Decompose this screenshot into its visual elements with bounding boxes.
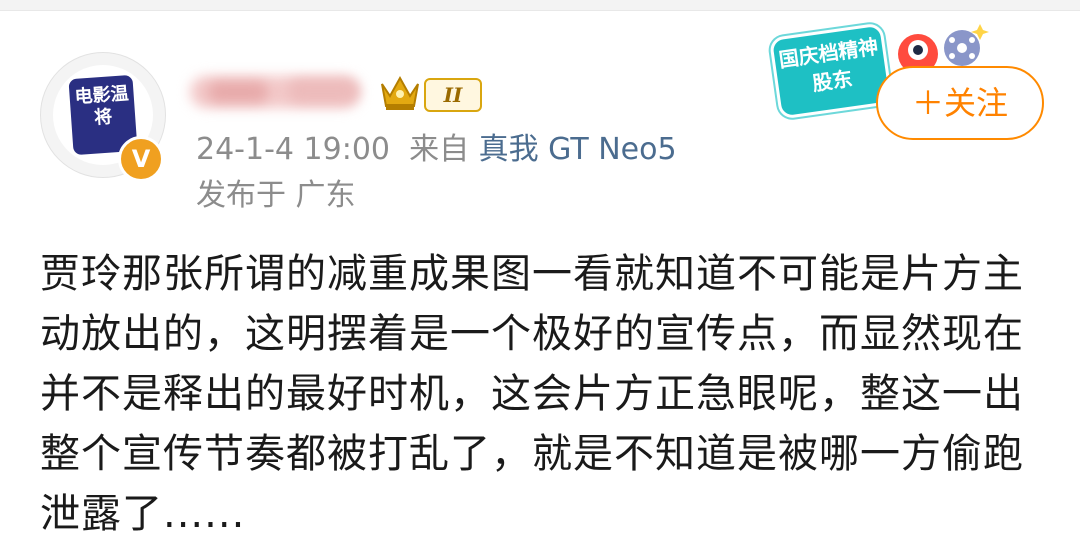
avatar-logo-text: 电影温将 (73, 83, 130, 129)
verified-badge-icon: V (118, 136, 164, 182)
post-meta: 24-1-4 19:00 来自 真我 GT Neo5 (196, 130, 677, 170)
source-prefix: 来自 (409, 132, 470, 167)
sticker-card: 国庆档精神股东 (768, 22, 894, 120)
follow-button[interactable]: ＋关注 (876, 66, 1044, 140)
crown-icon (381, 75, 419, 110)
sticker-text: 国庆档精神股东 (777, 34, 880, 96)
location: 发布于 广东 (196, 178, 356, 213)
username-blurred[interactable] (188, 72, 364, 112)
vip-level-badge: II (424, 78, 482, 112)
device-link[interactable]: 真我 GT Neo5 (479, 132, 677, 167)
timestamp: 24-1-4 19:00 (196, 132, 390, 167)
post-content: 贾玲那张所谓的减重成果图一看就知道不可能是片方主动放出的，这明摆着是一个极好的宣… (40, 251, 1024, 537)
top-divider (0, 0, 1080, 11)
